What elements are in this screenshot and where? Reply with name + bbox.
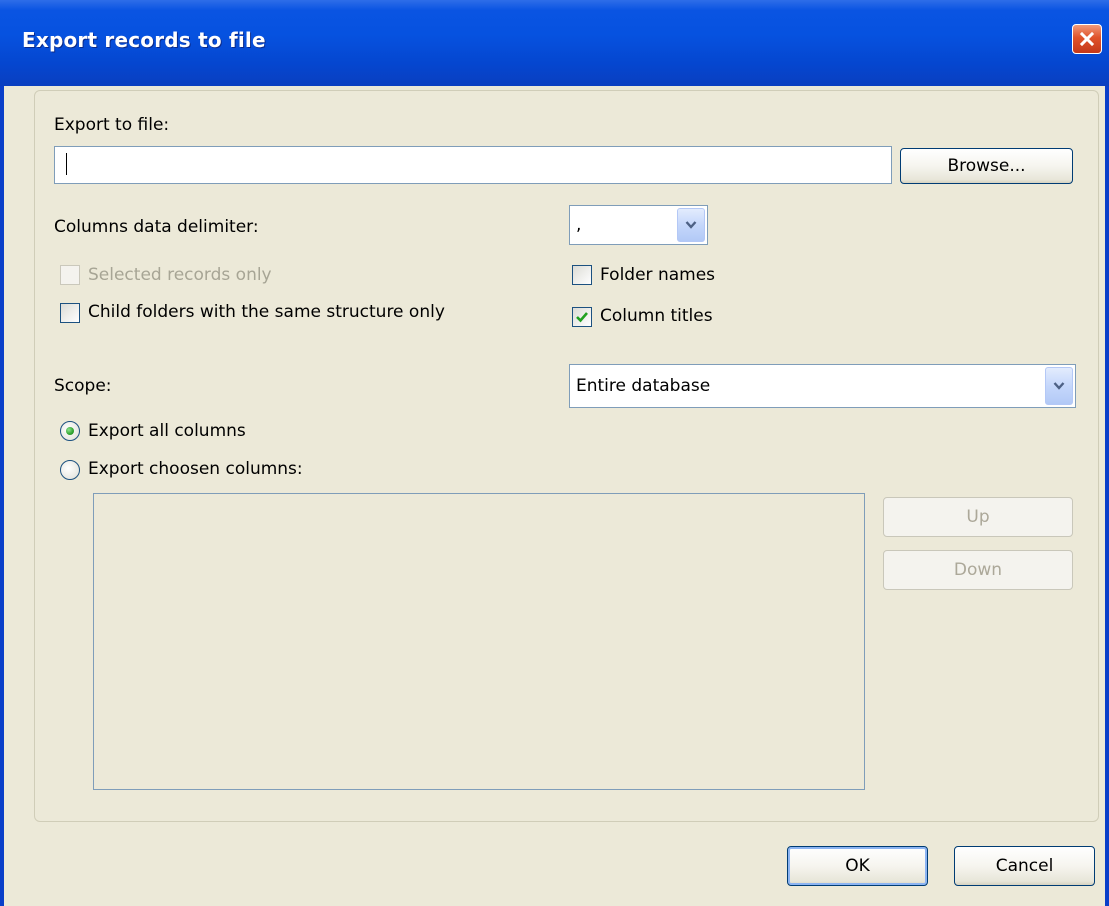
delimiter-dropdown-button[interactable]: [677, 208, 705, 242]
scope-label: Scope:: [54, 376, 112, 396]
title-bar[interactable]: Export records to file: [0, 0, 1109, 86]
move-down-button[interactable]: Down: [883, 550, 1073, 590]
scope-value: Entire database: [576, 376, 711, 396]
column-titles-label: Column titles: [600, 306, 713, 326]
child-folders-label: Child folders with the same structure on…: [88, 302, 445, 322]
export-all-columns-label: Export all columns: [88, 421, 246, 441]
chevron-down-icon: [1053, 382, 1065, 390]
scope-dropdown-button[interactable]: [1045, 367, 1073, 405]
checkmark-icon: [576, 312, 588, 323]
export-file-label: Export to file:: [54, 115, 170, 135]
folder-names-checkbox[interactable]: [572, 265, 592, 285]
scope-select[interactable]: Entire database: [569, 364, 1076, 408]
delimiter-value: ,: [576, 215, 582, 235]
folder-names-label: Folder names: [600, 265, 716, 285]
move-up-button[interactable]: Up: [883, 497, 1073, 537]
chevron-down-icon: [685, 221, 697, 229]
selected-only-checkbox[interactable]: [60, 265, 80, 285]
export-file-input[interactable]: [54, 146, 892, 184]
cancel-button[interactable]: Cancel: [954, 846, 1095, 886]
close-icon: [1079, 31, 1095, 47]
browse-button[interactable]: Browse...: [900, 148, 1073, 184]
chosen-columns-list[interactable]: [93, 493, 865, 790]
window-title: Export records to file: [22, 28, 266, 52]
selected-only-label: Selected records only: [88, 265, 272, 285]
export-all-columns-radio[interactable]: [60, 421, 80, 441]
ok-button[interactable]: OK: [787, 846, 928, 886]
export-chosen-columns-label: Export choosen columns:: [88, 459, 303, 479]
delimiter-label: Columns data delimiter:: [54, 217, 259, 237]
export-dialog: Export records to file Export to file: B…: [0, 0, 1109, 906]
child-folders-checkbox[interactable]: [60, 303, 80, 323]
text-caret: [66, 153, 67, 175]
radio-selected-dot: [66, 427, 74, 435]
column-titles-checkbox[interactable]: [572, 307, 592, 327]
delimiter-select[interactable]: ,: [569, 205, 708, 245]
export-chosen-columns-radio[interactable]: [60, 460, 80, 480]
close-button[interactable]: [1072, 24, 1102, 54]
